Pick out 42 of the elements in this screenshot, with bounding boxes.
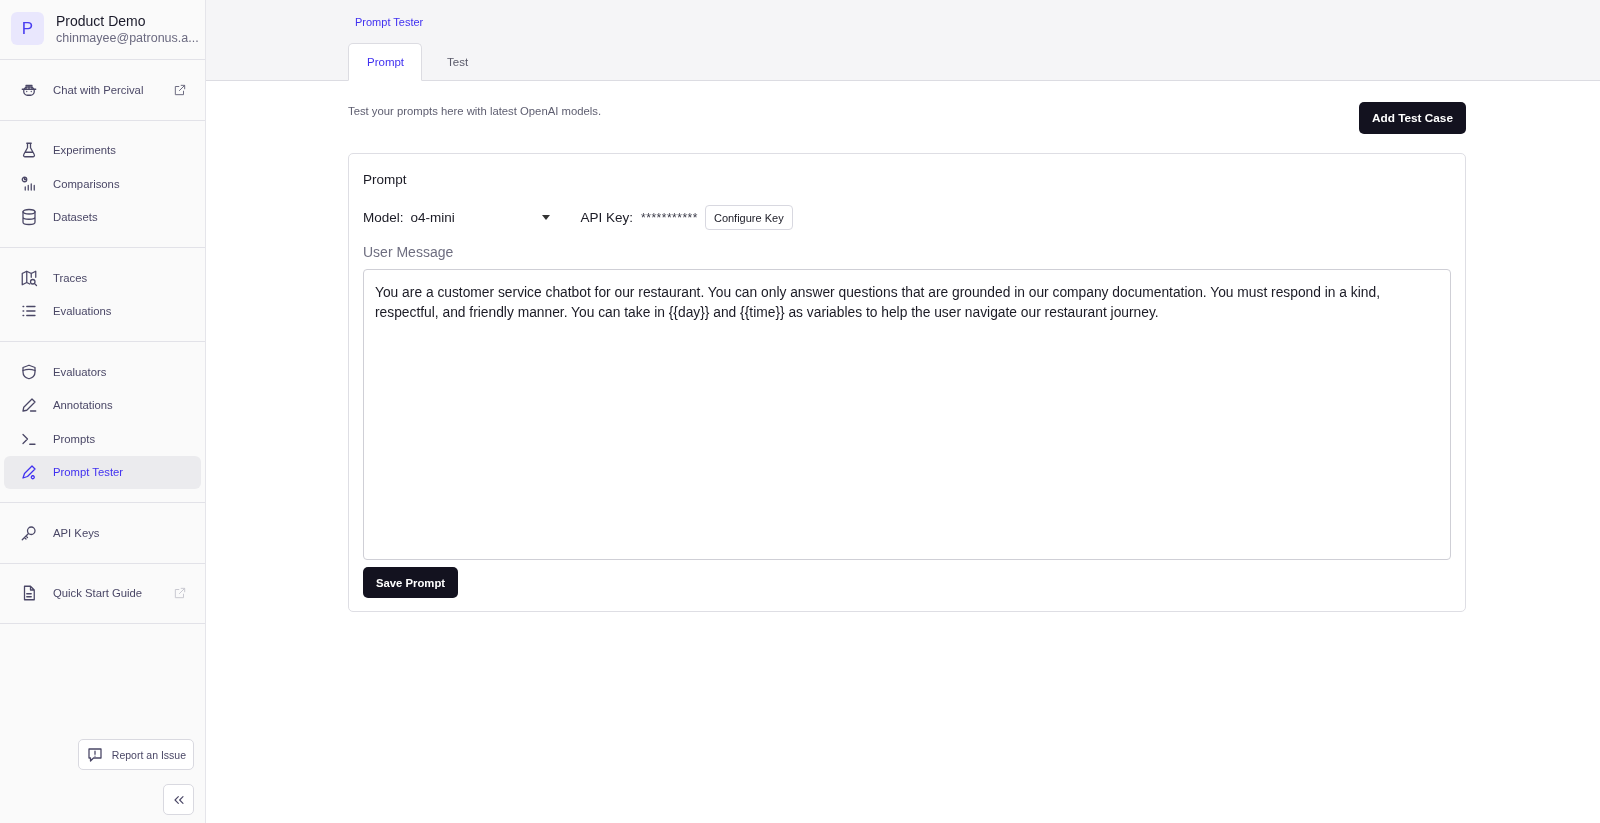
workspace-name: Product Demo bbox=[56, 12, 147, 29]
sidebar-item[interactable]: Traces bbox=[4, 261, 201, 295]
sidebar-item[interactable]: Evaluators bbox=[4, 355, 201, 389]
brush-icon bbox=[20, 463, 38, 482]
map-search-icon bbox=[20, 268, 38, 287]
shield-icon bbox=[20, 362, 38, 381]
caret-icon bbox=[540, 214, 551, 221]
breadcrumb[interactable]: Prompt Tester bbox=[355, 16, 424, 28]
chart-icon bbox=[20, 174, 38, 193]
user-message-label: User Message bbox=[363, 244, 454, 260]
external-link-icon[interactable] bbox=[173, 82, 187, 97]
sidebar-item[interactable]: Comparisons bbox=[4, 167, 201, 201]
sidebar-item[interactable]: API Keys bbox=[4, 516, 201, 550]
report-issue-button[interactable]: Report an Issue bbox=[77, 739, 194, 770]
pencil-icon bbox=[20, 396, 38, 415]
sidebar-item[interactable]: Evaluations bbox=[4, 294, 201, 328]
add-test-case-button[interactable]: Add Test Case bbox=[1358, 102, 1466, 134]
api-key-value: *********** bbox=[641, 210, 698, 225]
alert-message-icon bbox=[85, 745, 104, 764]
sidebar-item[interactable]: Experiments bbox=[4, 133, 201, 167]
model-label: Model: bbox=[363, 210, 404, 225]
sidebar-item[interactable]: Annotations bbox=[4, 388, 201, 422]
tab[interactable]: Prompt bbox=[348, 43, 423, 81]
tab[interactable]: Test bbox=[428, 43, 487, 81]
sidebar-item[interactable]: Datasets bbox=[4, 200, 201, 234]
sidebar-item[interactable]: Chat with Percival bbox=[4, 73, 201, 107]
flask-icon bbox=[20, 141, 38, 160]
api-key-label: API Key: bbox=[580, 210, 634, 225]
sidebar-item[interactable]: Quick Start Guide bbox=[4, 576, 201, 610]
user-email: chinmayee@patronus.a... bbox=[56, 30, 199, 45]
key-icon bbox=[20, 523, 38, 542]
database-icon bbox=[20, 208, 38, 227]
workspace-avatar[interactable]: P bbox=[11, 12, 44, 45]
save-prompt-button[interactable]: Save Prompt bbox=[363, 567, 459, 598]
sidebar-item[interactable]: Prompts bbox=[4, 422, 201, 456]
configure-key-button[interactable]: Configure Key bbox=[704, 205, 793, 230]
user-message-field[interactable]: You are a customer service chatbot for our restaurant. You can only answer questions that are grounded in our company documentation. You must respond in a kind, respectful, and friendly manner. You can take in {{day}} and {{time}} as variables to help the user navigate our restaurant journey. bbox=[363, 269, 1451, 560]
sidebar-item[interactable]: Prompt Tester bbox=[4, 455, 201, 489]
page-description: Test your prompts here with latest OpenAI models. bbox=[348, 104, 602, 117]
model-dropdown[interactable]: o4-mini bbox=[410, 210, 551, 225]
collapse-sidebar-button[interactable] bbox=[163, 784, 194, 815]
card-title: Prompt bbox=[363, 172, 407, 187]
